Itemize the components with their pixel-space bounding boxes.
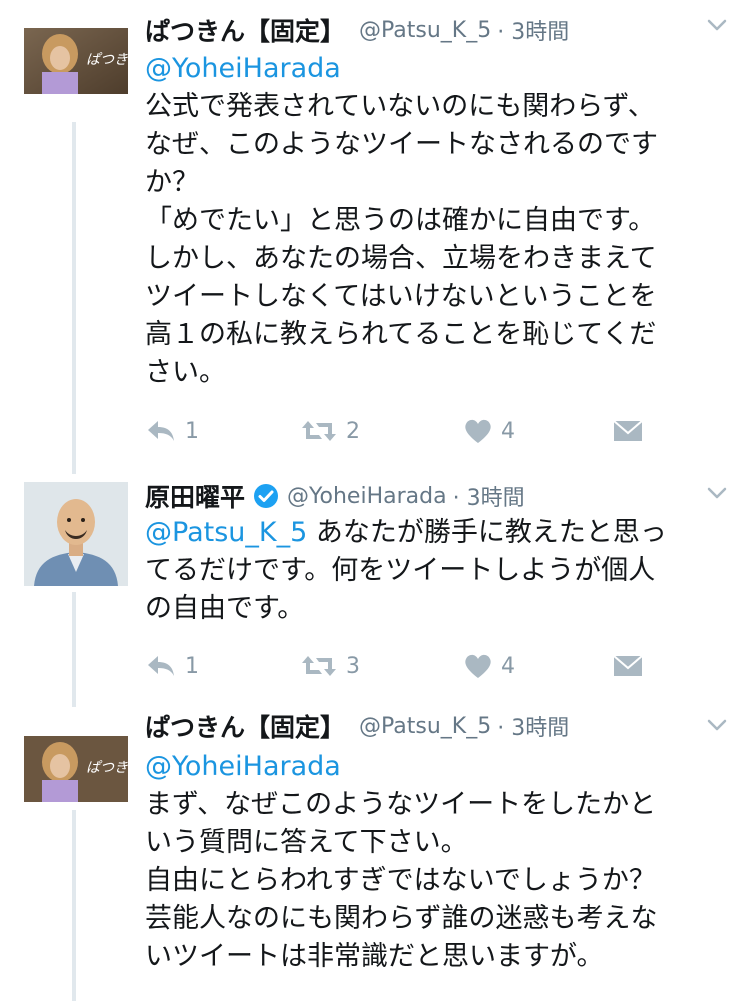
heart-icon (465, 419, 491, 443)
handle[interactable]: @YoheiHarada (287, 484, 447, 509)
retweet-icon (302, 421, 336, 441)
tweet-text: @YoheiHarada まず、なぜこのようなツイートをしたかと いう質問に答え… (145, 748, 720, 976)
mention-link[interactable]: @Patsu_K_5 (145, 517, 307, 548)
envelope-icon (613, 420, 643, 441)
like-button[interactable]: 4 (463, 649, 515, 683)
handle[interactable]: @Patsu_K_5 (359, 714, 491, 739)
reply-icon (148, 421, 174, 441)
svg-text:ぱつきん: ぱつきん (86, 52, 128, 68)
envelope-icon (613, 655, 643, 676)
reply-button[interactable]: 1 (145, 414, 199, 448)
like-button[interactable]: 4 (463, 414, 515, 448)
avatar[interactable] (24, 482, 128, 586)
tweet-header: ぱつきん【固定】 @Patsu_K_5 · 3時間 (145, 708, 730, 744)
display-name[interactable]: ぱつきん【固定】 (145, 12, 345, 48)
tweet-actions: 1 2 4 (145, 414, 665, 448)
chevron-down-icon[interactable] (706, 714, 728, 736)
avatar[interactable]: ぱつきん (24, 736, 128, 802)
tweet-header: 原田曜平 @YoheiHarada · 3時間 (145, 478, 730, 514)
tweet[interactable]: 原田曜平 @YoheiHarada · 3時間 @Patsu_K_5 あなたが勝… (0, 474, 750, 706)
dm-button[interactable] (613, 414, 643, 448)
handle[interactable]: @Patsu_K_5 (359, 18, 491, 43)
dm-button[interactable] (613, 649, 643, 683)
tweet-text: @Patsu_K_5 あなたが勝手に教えたと思っ てるだけです。何をツイートしよ… (145, 514, 720, 628)
retweet-icon (302, 656, 336, 676)
heart-icon (465, 654, 491, 678)
retweet-button[interactable]: 2 (300, 414, 360, 448)
chevron-down-icon[interactable] (706, 14, 728, 36)
reply-icon (148, 656, 174, 676)
tweet-actions: 1 3 4 (145, 649, 665, 683)
verified-badge-icon (254, 484, 279, 508)
timestamp[interactable]: · 3時間 (497, 14, 569, 46)
reply-count: 1 (185, 418, 199, 444)
timestamp[interactable]: · 3時間 (497, 710, 569, 742)
reply-count: 1 (185, 653, 199, 679)
mention-link[interactable]: @YoheiHarada (145, 751, 341, 782)
retweet-button[interactable]: 3 (300, 649, 360, 683)
retweet-count: 2 (346, 418, 360, 444)
retweet-count: 3 (346, 653, 360, 679)
reply-button[interactable]: 1 (145, 649, 199, 683)
mention-link[interactable]: @YoheiHarada (145, 53, 341, 84)
like-count: 4 (501, 418, 515, 444)
like-count: 4 (501, 653, 515, 679)
tweet-header: ぱつきん【固定】 @Patsu_K_5 · 3時間 (145, 12, 730, 48)
tweet-body: まず、なぜこのようなツイートをしたかと いう質問に答えて下さい。 自由にとらわれ… (145, 789, 658, 972)
avatar[interactable]: ぱつきん (24, 28, 128, 94)
tweet[interactable]: ぱつきん ぱつきん【固定】 @Patsu_K_5 · 3時間 @YoheiHar… (0, 0, 750, 472)
display-name[interactable]: ぱつきん【固定】 (145, 708, 345, 744)
tweet[interactable]: ぱつきん ぱつきん【固定】 @Patsu_K_5 · 3時間 @YoheiHar… (0, 706, 750, 1001)
display-name[interactable]: 原田曜平 (145, 478, 245, 514)
tweet-text: @YoheiHarada 公式で発表されていないのにも関わらず、 なぜ、このよう… (145, 50, 720, 392)
timestamp[interactable]: · 3時間 (453, 480, 525, 512)
chevron-down-icon[interactable] (706, 482, 728, 504)
svg-text:ぱつきん: ぱつきん (86, 760, 128, 776)
tweet-body: 公式で発表されていないのにも関わらず、 なぜ、このようなツイートなされるのです … (145, 91, 658, 388)
